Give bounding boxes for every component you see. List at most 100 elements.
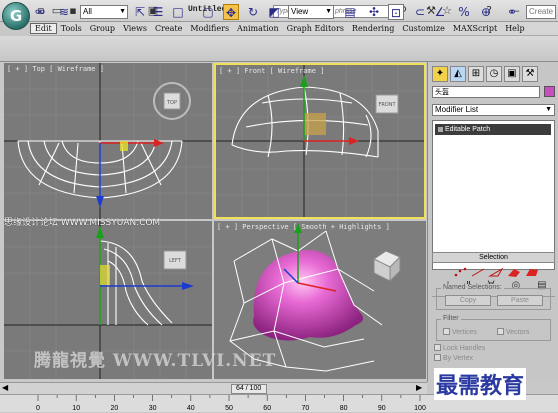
viewport-top[interactable]: TOP [ + ] Top [ Wireframe ]	[4, 63, 212, 219]
selection-rollout-header[interactable]: Selection	[432, 252, 555, 263]
snaps-toggle-icon[interactable]: ⊂	[412, 4, 428, 20]
chevron-down-icon: ▼	[545, 106, 552, 113]
viewport-label-top[interactable]: [ + ] Top [ Wireframe ]	[7, 65, 104, 73]
top-view-canvas: TOP	[4, 63, 212, 219]
patch-level-icon[interactable]	[508, 269, 520, 277]
watermark-right: 最需教育	[434, 368, 527, 400]
y-axis-arrowhead	[182, 282, 194, 290]
chevron-down-icon: ▼	[119, 8, 126, 15]
utilities-tab-icon[interactable]: ⚒	[522, 66, 538, 82]
create-selection-set-value: Create	[529, 7, 554, 16]
viewcube-label: LEFT	[169, 258, 182, 264]
angle-snap-icon[interactable]: ∠	[432, 4, 448, 20]
gizmo-plane	[120, 141, 128, 151]
viewport-label-perspective[interactable]: [ + ] Perspective [ Smooth + Highlights …	[217, 223, 390, 231]
menu-graph-editors[interactable]: Graph Editors	[283, 24, 348, 33]
selection-filter-value: All	[83, 7, 92, 16]
window-crossing-icon[interactable]: ▢	[200, 4, 216, 20]
command-panel: ✦ ◭ ⊞ ◷ ▣ ⚒ 头盔 Modifier List ▼ Editable P…	[427, 62, 558, 382]
selection-filter-dropdown[interactable]: All ▼	[80, 5, 128, 19]
slider-left-arrow-icon[interactable]: ◀	[2, 383, 8, 392]
vertex-level-icon[interactable]	[454, 267, 467, 277]
create-tab-icon[interactable]: ✦	[432, 66, 448, 82]
spinner-snap-icon[interactable]: ⊕	[478, 4, 494, 20]
unlink-icon[interactable]: ⚮	[32, 4, 48, 20]
modifier-stack[interactable]: Editable Patch	[432, 120, 555, 270]
select-by-name-icon[interactable]: ☰	[150, 4, 166, 20]
select-object-icon[interactable]: ⇱	[132, 4, 148, 20]
menu-animation[interactable]: Animation	[233, 24, 283, 33]
menu-edit[interactable]: Edit	[30, 23, 57, 34]
vertices-label: Vertices	[452, 329, 477, 336]
edge-level-icon[interactable]	[488, 267, 504, 277]
select-and-move-icon[interactable]: ✥	[223, 4, 239, 20]
ruler-tick-label: 60	[263, 405, 271, 412]
named-selections-group: Named Selections: Copy Paste	[436, 284, 551, 310]
vectors-checkbox[interactable]: Vectors	[497, 328, 529, 336]
ruler-tick-label: 100	[414, 405, 426, 412]
stack-item-editable-patch[interactable]: Editable Patch	[435, 124, 551, 135]
paste-button[interactable]: Paste	[497, 295, 543, 306]
ruler-tick-label: 40	[187, 405, 195, 412]
copy-button[interactable]: Copy	[445, 295, 491, 306]
by-vertex-checkbox[interactable]: By Vertex	[434, 354, 473, 362]
select-and-manipulate-icon[interactable]: ✣	[366, 4, 382, 20]
x-axis-arrowhead	[154, 139, 164, 147]
menu-views[interactable]: Views	[119, 24, 151, 33]
time-slider-thumb[interactable]: 64 / 100	[230, 384, 267, 394]
handle-level-icon[interactable]	[471, 268, 485, 277]
ruler-tick-label: 0	[36, 405, 40, 412]
ruler-tick-label: 20	[111, 405, 119, 412]
menu-modifiers[interactable]: Modifiers	[186, 24, 233, 33]
edit-named-selection-icon[interactable]: ⚭	[504, 4, 520, 20]
y-axis-arrowhead	[96, 196, 104, 208]
selection-region-icon[interactable]: □	[170, 4, 186, 20]
ruler-tick-label: 70	[302, 405, 310, 412]
menu-rendering[interactable]: Rendering	[348, 24, 398, 33]
slider-right-arrow-icon[interactable]: ▶	[416, 383, 422, 392]
subobject-levels	[442, 266, 542, 278]
by-vertex-label: By Vertex	[443, 355, 473, 362]
menu-group[interactable]: Group	[86, 24, 119, 33]
gizmo-plane	[100, 265, 110, 285]
viewcube-label: FRONT	[378, 102, 396, 108]
vectors-label: Vectors	[506, 329, 530, 336]
helmet-mesh[interactable]	[253, 250, 364, 341]
main-toolbar	[0, 36, 558, 62]
menu-create[interactable]: Create	[151, 24, 186, 33]
motion-tab-icon[interactable]: ◷	[486, 66, 502, 82]
ruler-tick-label: 10	[72, 405, 80, 412]
menu-help[interactable]: Help	[501, 24, 528, 33]
display-tab-icon[interactable]: ▣	[504, 66, 520, 82]
keyboard-shortcut-override-icon[interactable]: ⊡	[388, 4, 404, 20]
modify-tab-icon[interactable]: ◭	[450, 66, 466, 82]
create-selection-set-field[interactable]: Create	[526, 5, 556, 19]
filter-group: Filter Vertices Vectors	[436, 315, 551, 341]
modifier-list-dropdown[interactable]: Modifier List ▼	[432, 104, 555, 116]
app-logo-icon[interactable]: G	[2, 2, 30, 30]
viewport-label-front[interactable]: [ + ] Front [ Wireframe ]	[219, 67, 324, 75]
bind-to-space-warp-icon[interactable]: ≋	[56, 4, 72, 20]
hierarchy-tab-icon[interactable]: ⊞	[468, 66, 484, 82]
vertices-checkbox-box	[443, 328, 450, 335]
percent-snap-icon[interactable]: %	[456, 4, 472, 20]
watermark-center: 腾龍視覺 WWW.TLVI.NET	[34, 351, 277, 371]
select-and-rotate-icon[interactable]: ↻	[245, 4, 261, 20]
front-view-canvas: FRONT	[216, 65, 424, 217]
object-name-field[interactable]: 头盔	[432, 86, 540, 98]
viewport-front[interactable]: FRONT [ + ] Front [ Wireframe ]	[214, 63, 426, 219]
menu-maxscript[interactable]: MAXScript	[449, 24, 501, 33]
pivot-center-icon[interactable]: ▤	[342, 4, 358, 20]
reference-coordinate-dropdown[interactable]: View ▼	[288, 5, 334, 19]
menu-tools[interactable]: Tools	[57, 24, 86, 33]
vertices-checkbox[interactable]: Vertices	[443, 328, 477, 336]
element-level-icon[interactable]	[526, 269, 538, 276]
lock-handles-checkbox[interactable]: Lock Handles	[434, 344, 485, 352]
lock-handles-box	[434, 344, 441, 351]
ruler-tick-label: 90	[378, 405, 386, 412]
select-and-scale-icon[interactable]: ◩	[266, 4, 282, 20]
x-axis-arrowhead	[349, 137, 359, 145]
menu-customize[interactable]: Customize	[398, 24, 449, 33]
object-color-swatch[interactable]	[544, 86, 555, 97]
time-slider-track[interactable]: 64 / 100 ◀ ▶	[0, 382, 427, 394]
